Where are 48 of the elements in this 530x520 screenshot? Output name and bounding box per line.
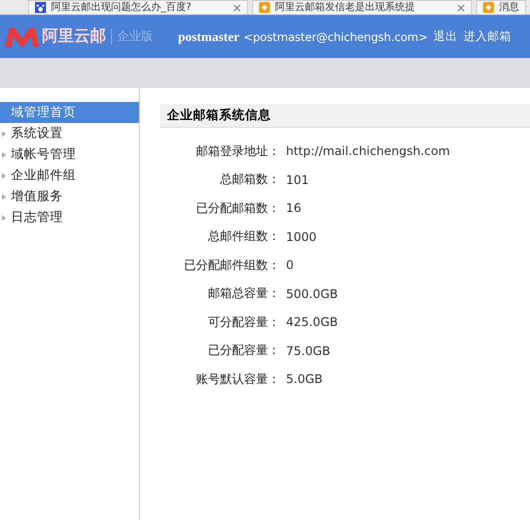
sidebar-item[interactable]: 系统设置 — [0, 123, 139, 144]
app-icon — [259, 2, 270, 13]
field-label: 邮箱登录地址： — [195, 142, 280, 160]
triangle-icon — [2, 152, 6, 158]
field-label: 可分配容量： — [207, 314, 280, 331]
field-value: http://mail.chichengsh.com — [286, 144, 450, 158]
sidebar-item[interactable]: 域帐号管理 — [0, 144, 139, 165]
tab-title: 消息 — [499, 2, 519, 14]
field-value: 500.0GB — [286, 286, 338, 301]
field-value: 1000 — [286, 230, 317, 244]
paw-icon — [35, 2, 46, 13]
field-value: 101 — [286, 172, 309, 187]
field-value: 0 — [286, 258, 294, 272]
browser-tab[interactable]: 消息 — [476, 0, 526, 14]
field-label: 总邮件组数： — [207, 228, 280, 246]
sidebar-item[interactable]: 企业邮件组 — [0, 165, 139, 186]
sidebar-item[interactable]: 增值服务 — [0, 186, 139, 207]
close-icon[interactable] — [233, 4, 241, 12]
m-logo-icon — [4, 26, 40, 48]
header-link[interactable]: 退出 — [434, 29, 458, 44]
field-value: 5.0GB — [286, 372, 323, 386]
tab-title: 阿里云邮箱发信老是出现系统提 — [275, 2, 416, 14]
field-label: 已分配邮件组数： — [183, 256, 280, 274]
field-label: 邮箱总容量： — [207, 285, 280, 302]
field-value: 425.0GB — [286, 315, 338, 330]
browser-tab[interactable]: 阿里云邮箱发信老是出现系统提 — [252, 0, 472, 14]
triangle-icon — [2, 194, 6, 200]
browser-tab[interactable]: 阿里云邮出现问题怎么办_百度? — [28, 0, 248, 14]
sidebar-item[interactable]: 日志管理 — [0, 207, 139, 228]
tab-title: 阿里云邮出现问题怎么办_百度? — [51, 2, 192, 14]
field-label: 账号默认容量： — [195, 370, 280, 388]
header-link[interactable]: 进入邮箱 — [464, 29, 512, 44]
triangle-icon — [2, 130, 6, 136]
user-name: postmaster — [178, 28, 240, 44]
sidebar-item[interactable]: 域管理首页 — [0, 102, 139, 123]
field-label: 已分配邮箱数： — [195, 200, 280, 217]
logo-text: 阿里云邮 — [42, 26, 106, 47]
field-value: 75.0GB — [286, 344, 330, 358]
app-icon — [483, 2, 494, 13]
close-icon[interactable] — [457, 4, 465, 12]
panel-title: 企业邮箱系统信息 — [160, 104, 530, 128]
user-email: <postmaster@chichengsh.com> — [243, 30, 428, 44]
triangle-icon — [2, 172, 6, 178]
field-value: 16 — [286, 201, 302, 216]
triangle-icon — [2, 214, 6, 220]
edition-label: 企业版 — [117, 28, 153, 45]
field-label: 总邮箱数： — [219, 171, 280, 188]
field-label: 已分配容量： — [207, 342, 280, 360]
